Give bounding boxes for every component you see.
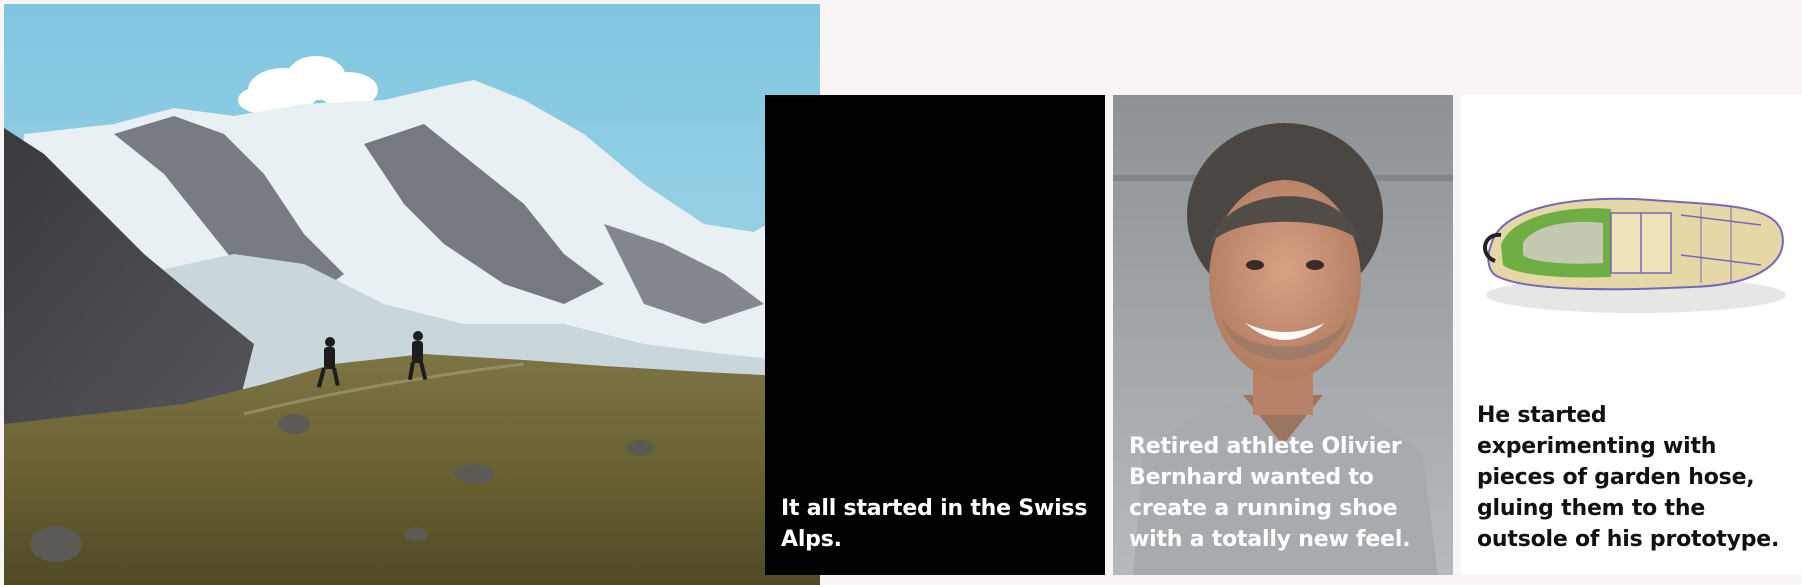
brand-story-section: It all started in the Swiss Alps. Retire… (0, 0, 1802, 585)
story-card-caption: Retired athlete Olivier Bernhard wanted … (1129, 434, 1411, 552)
alpine-landscape-icon (4, 4, 820, 585)
hero-landscape-image (4, 4, 820, 585)
story-card-founder: Retired athlete Olivier Bernhard wanted … (1113, 95, 1453, 575)
story-card-prototype: He started experimenting with pieces of … (1461, 95, 1802, 575)
story-card-caption: It all started in the Swiss Alps. (781, 496, 1088, 552)
story-card-caption: He started experimenting with pieces of … (1477, 403, 1780, 552)
story-card-alps: It all started in the Swiss Alps. (765, 95, 1105, 575)
